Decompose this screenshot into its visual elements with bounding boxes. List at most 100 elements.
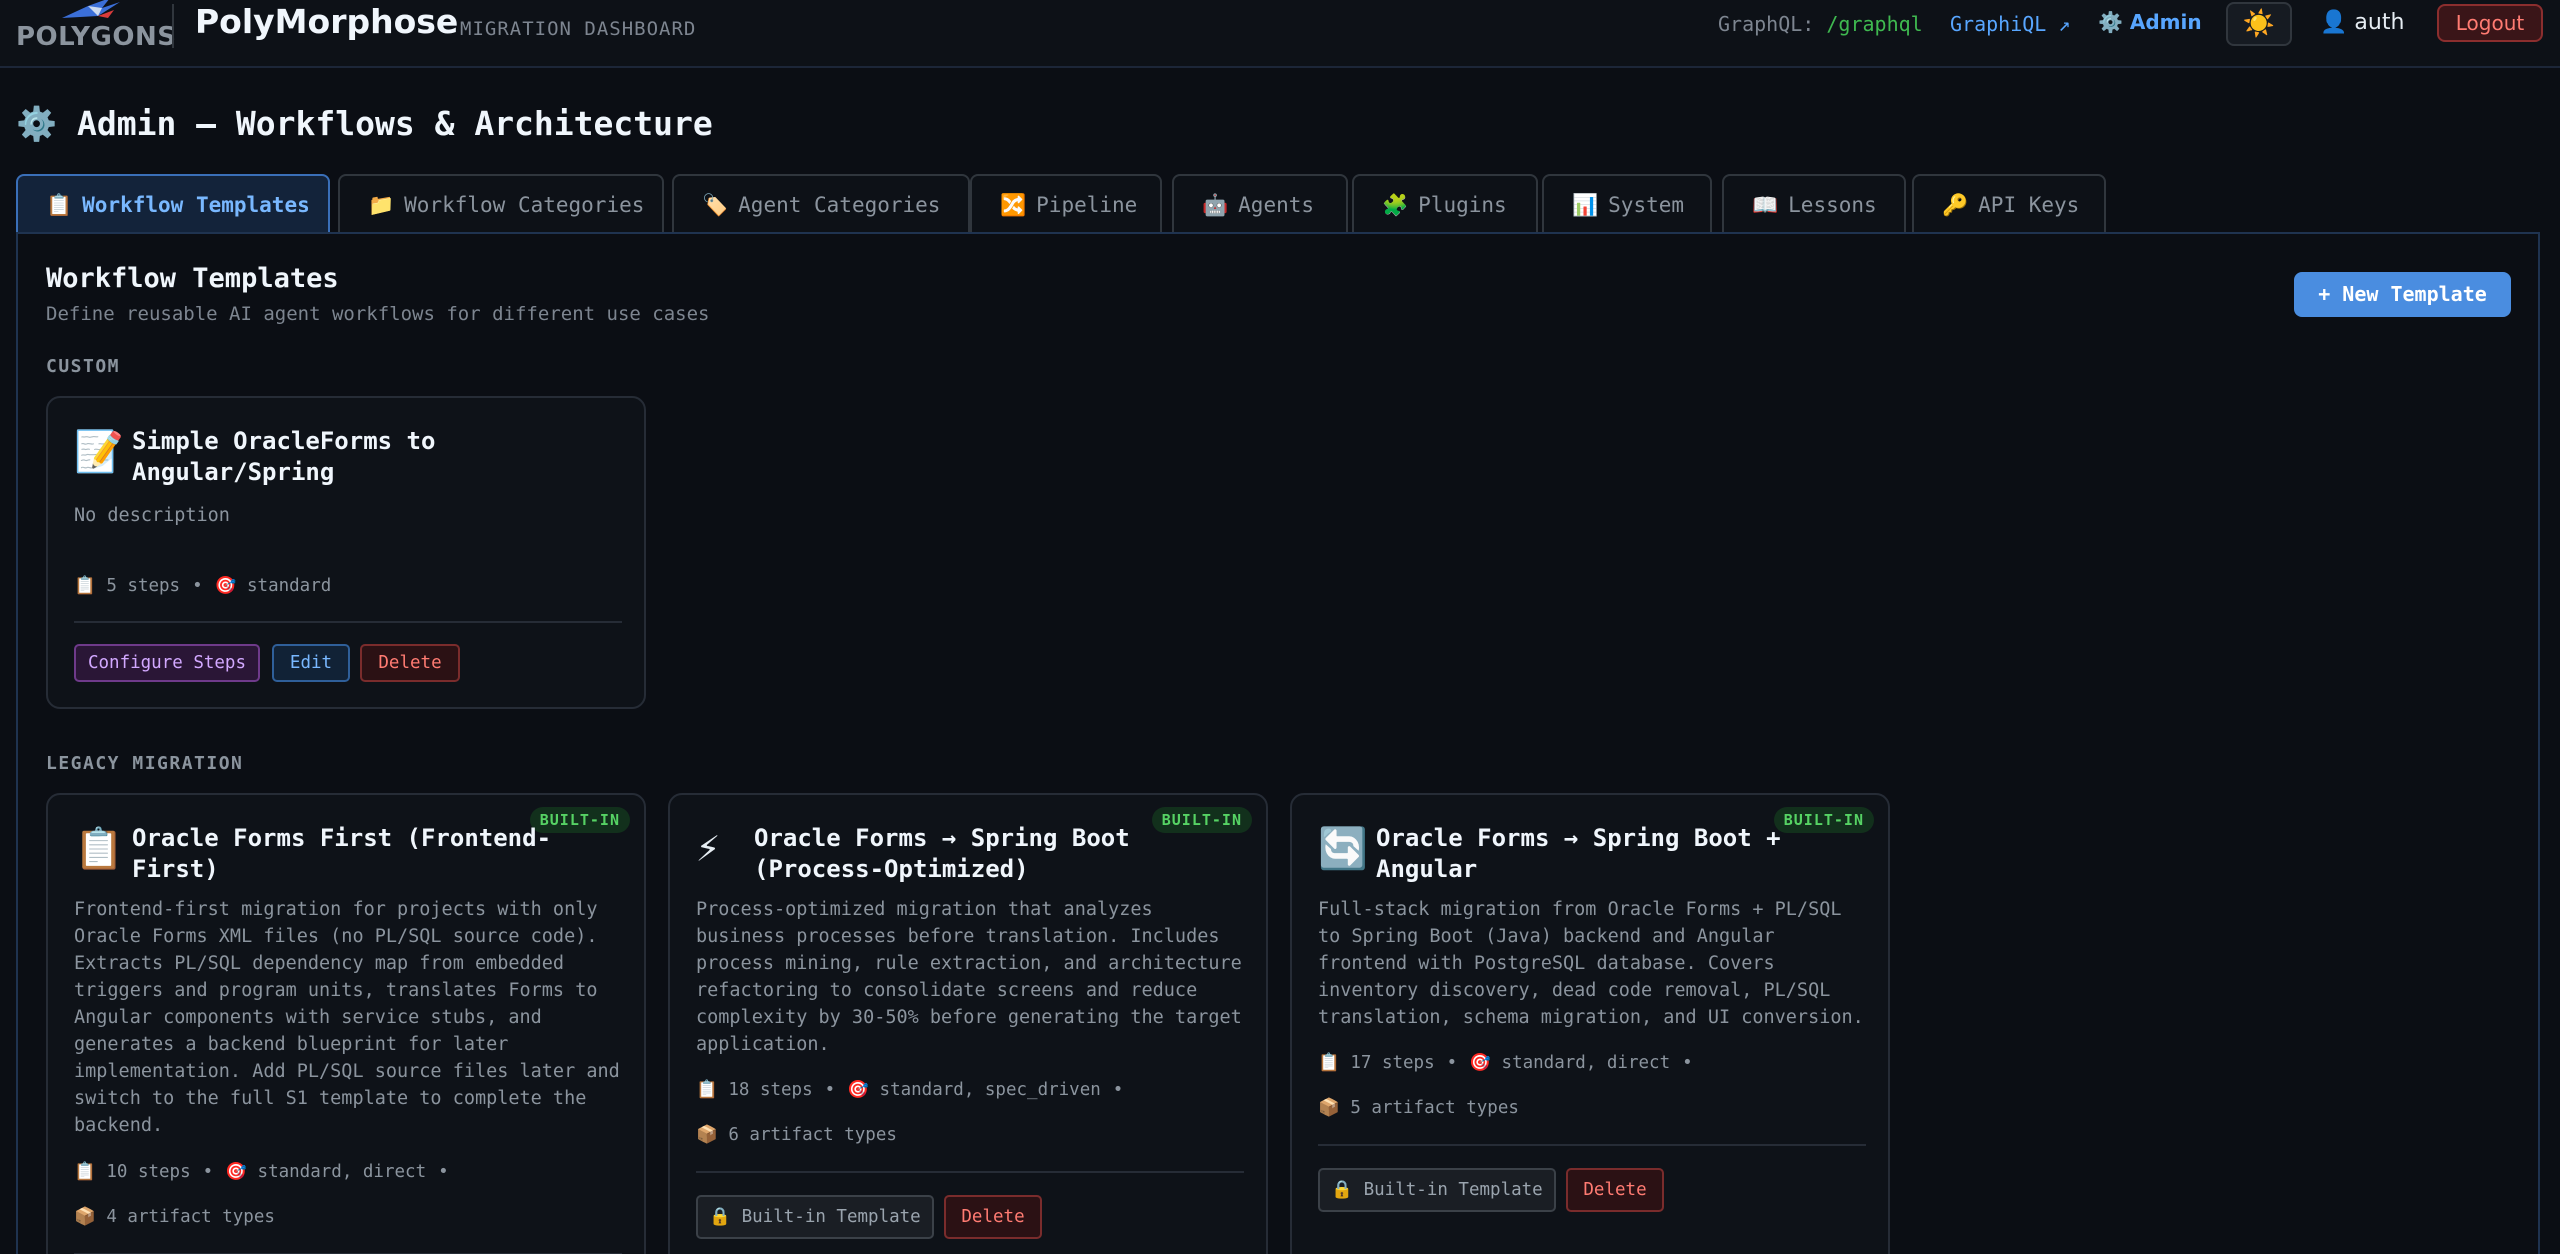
puzzle-icon: 🧩 (1382, 193, 1409, 217)
template-card: 📝 Simple OracleForms to Angular/Spring N… (46, 396, 646, 709)
package-icon: 📦 (696, 1125, 718, 1145)
tab-pipeline[interactable]: 🔀 Pipeline (970, 174, 1162, 234)
lightning-icon: ⚡ (696, 825, 721, 871)
tab-label: Workflow Categories (404, 193, 645, 217)
gear-icon: ⚙️ (2098, 10, 2123, 34)
logo[interactable]: POLYGONS (14, 0, 176, 56)
divider (74, 621, 622, 623)
top-bar: POLYGONS PolyMorphose MIGRATION DASHBOAR… (0, 0, 2560, 68)
tab-agent-categories[interactable]: 🏷️ Agent Categories (672, 174, 970, 234)
theme-toggle-button[interactable]: ☀️ (2226, 2, 2292, 46)
delete-button[interactable]: Delete (944, 1195, 1042, 1239)
admin-label: Admin (2129, 10, 2202, 34)
tab-label: Workflow Templates (82, 193, 310, 217)
configure-steps-button[interactable]: Configure Steps (74, 644, 260, 682)
logout-button[interactable]: Logout (2437, 4, 2543, 42)
artifact-meta: 📦 6 artifact types (696, 1125, 897, 1145)
separator-dot: • (1682, 1053, 1693, 1073)
app-subtitle: MIGRATION DASHBOARD (460, 18, 697, 40)
folder-icon: 📁 (368, 193, 395, 217)
delete-button[interactable]: Delete (360, 644, 460, 682)
tab-agents[interactable]: 🤖 Agents (1172, 174, 1348, 234)
user-icon: 👤 (2320, 10, 2348, 35)
graphql-path: /graphql (1826, 12, 1923, 36)
separator-dot: • (1112, 1080, 1124, 1100)
tab-plugins[interactable]: 🧩 Plugins (1352, 174, 1538, 234)
modes: standard, spec_driven (879, 1080, 1101, 1100)
label-icon: 🏷️ (702, 193, 729, 217)
artifact-meta: 📦 4 artifact types (74, 1207, 275, 1227)
modes: standard (247, 576, 332, 596)
template-meta: 📋 18 steps • 🎯 standard, spec_driven • (696, 1080, 1135, 1100)
clipboard-icon: 📋 (46, 193, 73, 217)
template-title: Oracle Forms → Spring Boot + Angular (1376, 824, 1781, 883)
edit-button[interactable]: Edit (272, 644, 350, 682)
built-in-template-button[interactable]: 🔒 Built-in Template (1318, 1168, 1556, 1212)
target-icon: 🎯 (1469, 1053, 1491, 1073)
page-title-text: Admin — Workflows & Architecture (76, 104, 713, 143)
tab-label: Pipeline (1036, 193, 1138, 217)
artifact-count: 6 artifact types (728, 1125, 897, 1145)
separator-dot: • (1446, 1053, 1458, 1073)
modes: standard, direct (257, 1162, 427, 1182)
template-title: Oracle Forms First (Frontend-First) (132, 824, 552, 883)
user-name: auth (2354, 10, 2405, 35)
artifact-meta: 📦 5 artifact types (1318, 1098, 1519, 1118)
template-title: Simple OracleForms to Angular/Spring (132, 427, 436, 486)
steps-count: 18 steps (728, 1080, 813, 1100)
graphiql-link[interactable]: GraphiQL ↗ (1950, 12, 2070, 36)
bar-chart-icon: 📊 (1572, 193, 1599, 217)
clipboard-icon: 📋 (696, 1080, 718, 1100)
clipboard-icon: 📋 (74, 1162, 96, 1182)
delete-button[interactable]: Delete (1566, 1168, 1664, 1212)
template-description: No description (74, 505, 230, 526)
tab-workflow-categories[interactable]: 📁 Workflow Categories (338, 174, 664, 234)
graphql-endpoint: GraphQL: /graphql (1718, 12, 1923, 36)
steps-count: 17 steps (1350, 1053, 1435, 1073)
tab-workflow-templates[interactable]: 📋 Workflow Templates (16, 174, 330, 234)
group-label-custom: CUSTOM (46, 356, 121, 377)
new-template-button[interactable]: + New Template (2294, 272, 2511, 317)
sun-icon: ☀️ (2242, 9, 2276, 39)
template-meta: 📋 17 steps • 🎯 standard, direct • (1318, 1053, 1705, 1073)
group-label-legacy-migration: LEGACY MIGRATION (46, 753, 244, 774)
clipboard-icon: 📋 (1318, 1053, 1340, 1073)
template-title: Oracle Forms → Spring Boot (Process-Opti… (754, 824, 1130, 883)
template-meta: 📋 5 steps • 🎯 standard (74, 576, 331, 596)
user-menu[interactable]: 👤 auth (2320, 10, 2404, 35)
admin-link[interactable]: ⚙️ Admin (2098, 10, 2202, 34)
tab-lessons[interactable]: 📖 Lessons (1722, 174, 1906, 234)
steps-count: 5 steps (106, 576, 181, 596)
memo-icon: 📝 (74, 429, 124, 475)
refresh-icon: 🔄 (1318, 826, 1368, 872)
graphql-label: GraphQL: (1718, 12, 1815, 36)
divider (1318, 1144, 1866, 1146)
template-card: BUILT-IN 📋 Oracle Forms First (Frontend-… (46, 793, 646, 1254)
package-icon: 📦 (1318, 1098, 1340, 1118)
clipboard-icon: 📋 (74, 576, 96, 596)
book-icon: 📖 (1752, 193, 1779, 217)
template-description: Process-optimized migration that analyze… (696, 899, 1242, 1055)
separator-dot: • (192, 576, 203, 596)
target-icon: 🎯 (847, 1080, 869, 1100)
divider (172, 4, 174, 48)
page-title: ⚙️ Admin — Workflows & Architecture (16, 104, 713, 144)
tab-api-keys[interactable]: 🔑 API Keys (1912, 174, 2106, 234)
target-icon: 🎯 (214, 576, 237, 596)
tab-label: Agents (1238, 193, 1315, 217)
shuffle-icon: 🔀 (1000, 193, 1027, 217)
tab-label: Plugins (1418, 193, 1507, 217)
built-in-template-button[interactable]: 🔒 Built-in Template (696, 1195, 934, 1239)
modes: standard, direct (1501, 1053, 1671, 1073)
template-description: Full-stack migration from Oracle Forms +… (1318, 899, 1864, 1028)
package-icon: 📦 (74, 1207, 96, 1227)
tab-system[interactable]: 📊 System (1542, 174, 1712, 234)
artifact-count: 5 artifact types (1350, 1098, 1519, 1118)
template-card: BUILT-IN 🔄 Oracle Forms → Spring Boot + … (1290, 793, 1890, 1254)
tab-label: Agent Categories (738, 193, 941, 217)
template-card: BUILT-IN ⚡ Oracle Forms → Spring Boot (P… (668, 793, 1268, 1254)
logo-text: POLYGONS (16, 22, 177, 52)
tab-label: API Keys (1978, 193, 2080, 217)
tab-label: System (1608, 193, 1685, 217)
template-description: Frontend-first migration for projects wi… (74, 899, 620, 1136)
